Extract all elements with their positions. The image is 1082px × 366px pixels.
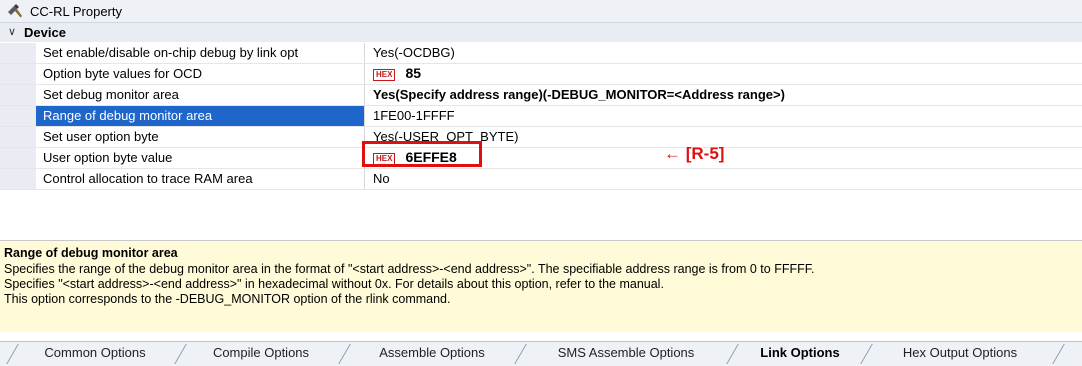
tab-common-options[interactable]: Common Options [20, 342, 170, 365]
row-gutter [0, 43, 36, 63]
property-row-user-option-byte-value[interactable]: User option byte value HEX 6EFFE8 [0, 148, 1082, 169]
tab-separator [6, 344, 19, 364]
tab-sms-assemble-options[interactable]: SMS Assemble Options [528, 342, 724, 365]
tab-assemble-options[interactable]: Assemble Options [352, 342, 512, 365]
description-line: Specifies "<start address>-<end address>… [4, 277, 664, 291]
property-value[interactable]: Yes(-OCDBG) [366, 43, 1082, 63]
description-title: Range of debug monitor area [4, 246, 178, 260]
tab-link-options[interactable]: Link Options [740, 342, 860, 365]
chevron-down-icon[interactable]: ∨ [8, 25, 16, 38]
property-name: User option byte value [36, 148, 365, 168]
tab-separator [860, 344, 873, 364]
tab-separator [338, 344, 351, 364]
property-name: Set enable/disable on-chip debug by link… [36, 43, 365, 63]
description-line: This option corresponds to the -DEBUG_MO… [4, 292, 451, 306]
property-row-debug-monitor[interactable]: Set debug monitor area Yes(Specify addre… [0, 85, 1082, 106]
property-row-trace-ram[interactable]: Control allocation to trace RAM area No [0, 169, 1082, 190]
window-title: CC-RL Property [30, 4, 122, 19]
tab-separator [726, 344, 739, 364]
category-device[interactable]: ∨ Device [0, 23, 1082, 42]
property-row-ocd-option-byte[interactable]: Option byte values for OCD HEX 85 [0, 64, 1082, 85]
property-name: Option byte values for OCD [36, 64, 365, 84]
property-row-ocd-enable[interactable]: Set enable/disable on-chip debug by link… [0, 43, 1082, 64]
row-gutter [0, 85, 36, 105]
property-row-debug-monitor-range[interactable]: Range of debug monitor area 1FE00-1FFFF [0, 106, 1082, 127]
row-gutter [0, 64, 36, 84]
row-gutter [0, 106, 36, 126]
property-name: Range of debug monitor area [36, 106, 365, 126]
row-gutter [0, 127, 36, 147]
property-value[interactable]: Yes(Specify address range)(-DEBUG_MONITO… [366, 85, 1082, 105]
row-gutter [0, 148, 36, 168]
options-tab-bar: Common Options Compile Options Assemble … [0, 341, 1082, 366]
property-name: Control allocation to trace RAM area [36, 169, 365, 189]
title-bar: CC-RL Property [0, 0, 1082, 23]
tab-separator [174, 344, 187, 364]
tab-separator [1052, 344, 1065, 364]
hex-value: 85 [405, 65, 422, 81]
hex-icon: HEX [373, 69, 396, 81]
property-value[interactable]: No [366, 169, 1082, 189]
property-name: Set user option byte [36, 127, 365, 147]
hammer-icon [8, 4, 22, 18]
tab-hex-output-options[interactable]: Hex Output Options [872, 342, 1048, 365]
property-value[interactable]: 1FE00-1FFFF [366, 106, 1082, 126]
annotation-label: ← [R-5] [664, 144, 725, 163]
category-label: Device [24, 25, 66, 40]
property-row-user-option-byte[interactable]: Set user option byte Yes(-USER_OPT_BYTE) [0, 127, 1082, 148]
description-panel: Range of debug monitor area Specifies th… [0, 240, 1082, 332]
property-name: Set debug monitor area [36, 85, 365, 105]
row-gutter [0, 169, 36, 189]
tab-compile-options[interactable]: Compile Options [188, 342, 334, 365]
tab-separator [514, 344, 527, 364]
property-value[interactable]: HEX 85 [366, 64, 1082, 84]
description-line: Specifies the range of the debug monitor… [4, 262, 815, 276]
highlight-box [362, 141, 482, 167]
